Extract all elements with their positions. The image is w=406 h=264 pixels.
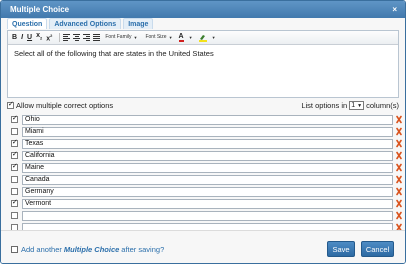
dialog-titlebar: Multiple Choice × [1, 1, 405, 18]
correct-checkbox[interactable] [11, 138, 18, 147]
chevron-down-icon: ▼ [188, 35, 193, 40]
subscript-button[interactable]: x2 [36, 31, 42, 43]
choice-input[interactable]: Canada [22, 175, 393, 185]
font-size-label: Font Size [145, 34, 167, 40]
cancel-button[interactable]: Cancel [361, 241, 394, 257]
align-center-icon[interactable] [73, 34, 81, 41]
correct-checkbox[interactable] [11, 212, 18, 219]
dialog-title: Multiple Choice [10, 5, 70, 14]
align-justify-icon[interactable] [93, 34, 101, 41]
add-another-option: Add another Multiple Choice after saving… [11, 245, 164, 254]
font-family-label: Font Family [105, 34, 132, 40]
allow-multiple-checkbox[interactable] [7, 100, 14, 109]
align-left-icon[interactable] [63, 34, 71, 41]
correct-checkbox[interactable] [11, 150, 18, 159]
allow-multiple-label: Allow multiple correct options [16, 101, 114, 110]
choice-input[interactable]: Texas [22, 139, 393, 149]
font-family-dropdown[interactable]: Font Family ▼ [103, 33, 139, 42]
chevron-down-icon: ▼ [168, 35, 173, 40]
underline-button[interactable]: U [27, 33, 32, 43]
multiple-choice-dialog: Multiple Choice × Question Advanced Opti… [0, 0, 406, 264]
choice-row: California [11, 150, 402, 162]
x-delete-icon[interactable] [396, 199, 402, 208]
close-icon[interactable]: × [392, 1, 397, 18]
choice-row: Miami [11, 126, 402, 138]
correct-checkbox[interactable] [11, 188, 18, 195]
choice-row: Texas [11, 138, 402, 150]
superscript-button[interactable]: x2 [46, 31, 52, 44]
text-color-dropdown[interactable]: ▼ [185, 33, 195, 42]
correct-checkbox[interactable] [11, 114, 18, 123]
correct-checkbox[interactable] [11, 176, 18, 183]
toolbar-divider [59, 33, 61, 42]
choice-input[interactable]: Ohio [22, 115, 393, 125]
x-delete-icon[interactable] [396, 163, 402, 172]
x-delete-icon[interactable] [396, 115, 402, 124]
choice-input[interactable]: Germany [22, 187, 393, 197]
question-editor: B I U x2 x2 Font Family ▼ Font Size ▼ A ▼ … [7, 30, 399, 98]
font-size-dropdown[interactable]: Font Size ▼ [143, 33, 174, 42]
list-options-control: List options in 1 ▼ column(s) [301, 101, 399, 110]
choice-row: Germany [11, 186, 402, 198]
columns-value: 1 [351, 102, 356, 109]
highlight-color-dropdown[interactable]: ▼ [208, 33, 218, 42]
highlight-color-icon[interactable] [198, 34, 207, 42]
tab-advanced-options[interactable]: Advanced Options [49, 18, 122, 29]
x-delete-icon[interactable] [396, 127, 402, 136]
options-row: Allow multiple correct options List opti… [7, 100, 399, 111]
correct-checkbox[interactable] [11, 128, 18, 135]
tab-question[interactable]: Question [7, 18, 48, 29]
list-options-label: List options in [301, 101, 348, 110]
add-another-checkbox[interactable] [11, 246, 18, 253]
save-button[interactable]: Save [327, 241, 355, 257]
dialog-footer: Add another Multiple Choice after saving… [1, 230, 405, 263]
allow-multiple-option: Allow multiple correct options [7, 100, 114, 110]
x-delete-icon[interactable] [396, 175, 402, 184]
choice-input[interactable]: Miami [22, 127, 393, 137]
correct-checkbox[interactable] [11, 162, 18, 171]
x-delete-icon[interactable] [396, 151, 402, 160]
highlighter-icon [200, 34, 206, 40]
columns-suffix: column(s) [366, 101, 399, 110]
choice-row: Vermont [11, 198, 402, 210]
choice-row: Canada [11, 174, 402, 186]
add-another-type: Multiple Choice [63, 245, 120, 254]
choice-row: Ohio [11, 114, 402, 126]
editor-toolbar: B I U x2 x2 Font Family ▼ Font Size ▼ A ▼ … [8, 31, 398, 45]
choice-input[interactable]: Vermont [22, 199, 393, 209]
align-right-icon[interactable] [83, 34, 91, 41]
bold-button[interactable]: B [12, 33, 17, 43]
chevron-down-icon: ▼ [211, 35, 216, 40]
tab-bar: Question Advanced Options Image [7, 18, 155, 30]
text-color-icon[interactable]: A [178, 33, 184, 42]
choice-input[interactable]: California [22, 151, 393, 161]
add-another-prefix: Add another [21, 245, 62, 254]
choice-input[interactable] [22, 211, 393, 221]
x-delete-icon[interactable] [396, 211, 402, 220]
question-text[interactable]: Select all of the following that are sta… [8, 45, 398, 62]
columns-select[interactable]: 1 ▼ [349, 101, 365, 110]
choice-input[interactable]: Maine [22, 163, 393, 173]
chevron-down-icon: ▼ [357, 102, 363, 109]
tab-image[interactable]: Image [123, 18, 154, 29]
correct-checkbox[interactable] [11, 198, 18, 207]
add-another-suffix: after saving? [121, 245, 165, 254]
italic-button[interactable]: I [21, 33, 23, 43]
choice-list: Ohio Miami Texas California Maine Canada [11, 114, 402, 234]
chevron-down-icon: ▼ [133, 35, 138, 40]
choice-row [11, 210, 402, 222]
x-delete-icon[interactable] [396, 139, 402, 148]
x-delete-icon[interactable] [396, 187, 402, 196]
choice-row: Maine [11, 162, 402, 174]
